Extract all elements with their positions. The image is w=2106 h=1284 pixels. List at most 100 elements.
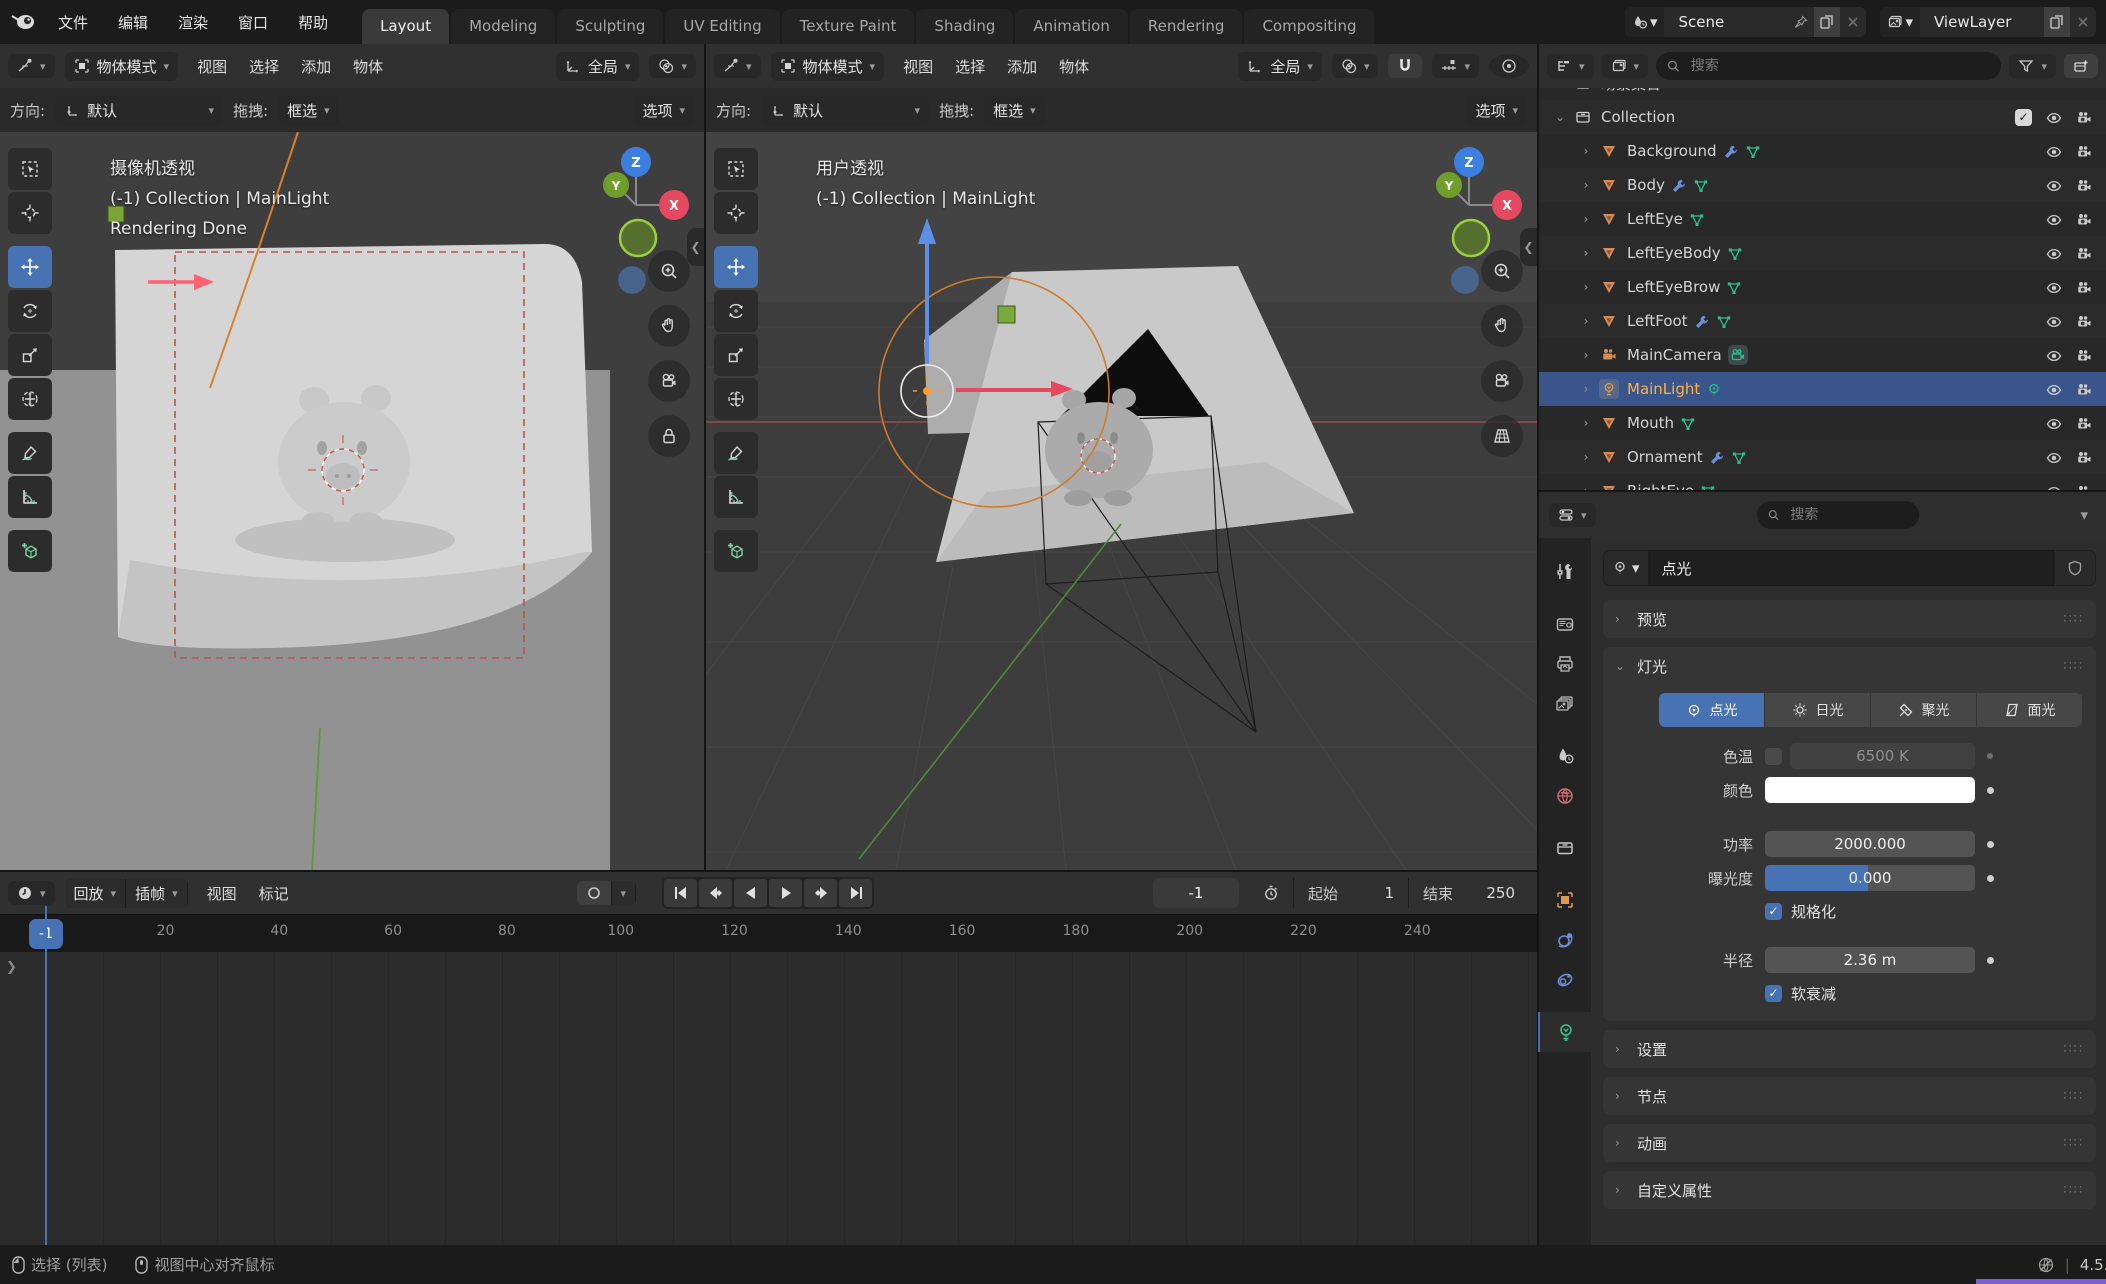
- expand-chevron-icon[interactable]: ⌄: [1553, 88, 1567, 90]
- expand-chevron-icon[interactable]: ›: [1579, 144, 1593, 158]
- tool-move-button[interactable]: [714, 246, 758, 288]
- outliner-row-background[interactable]: ›Background: [1539, 134, 2106, 168]
- viewport-camera-body[interactable]: 摄像机透视 (-1) Collection | MainLight Render…: [0, 132, 704, 870]
- timeline-track-area[interactable]: [0, 952, 1537, 1245]
- expand-chevron-icon[interactable]: ›: [1579, 178, 1593, 192]
- play-reverse-button[interactable]: [734, 879, 767, 907]
- expand-chevron-icon[interactable]: ›: [1579, 246, 1593, 260]
- drag-dropdown[interactable]: 框选▾: [278, 96, 339, 125]
- outliner-row-lefteyebrow[interactable]: ›LeftEyeBrow: [1539, 270, 2106, 304]
- tool-annotate-button[interactable]: [714, 432, 758, 474]
- properties-tab-object[interactable]: [1539, 880, 1591, 920]
- menu-object[interactable]: 物体: [344, 52, 392, 81]
- auto-keying-toggle[interactable]: [577, 881, 612, 905]
- tool-transform-button[interactable]: [714, 378, 758, 420]
- remove-viewlayer-icon[interactable]: [2070, 7, 2096, 37]
- unlink-scene-icon[interactable]: [1840, 7, 1866, 37]
- snap-settings[interactable]: ▾: [1432, 54, 1479, 78]
- workspace-tab-rendering[interactable]: Rendering: [1130, 9, 1243, 44]
- properties-tab-scene[interactable]: [1539, 736, 1591, 776]
- workspace-tab-layout[interactable]: Layout: [362, 9, 449, 44]
- disable-render-camera-icon[interactable]: [2076, 142, 2092, 160]
- menu-add[interactable]: 添加: [292, 52, 340, 81]
- viewport-camera[interactable]: ▾ 物体模式▾ 视图 选择 添加 物体 全局▾ ▾ 方向: 默认▾ 拖拽: 框选…: [0, 44, 704, 870]
- menu-select[interactable]: 选择: [946, 52, 994, 81]
- tool-box-select-button[interactable]: [714, 148, 758, 190]
- outliner-row-ornament[interactable]: ›Ornament: [1539, 440, 2106, 474]
- chevron-down-icon[interactable]: ▾: [2080, 506, 2096, 524]
- jump-to-start-button[interactable]: [664, 879, 697, 907]
- tool-rotate-button[interactable]: [714, 290, 758, 332]
- menu-view[interactable]: 视图: [198, 879, 246, 908]
- scene-name[interactable]: Scene: [1664, 13, 1788, 31]
- soft-falloff-checkbox[interactable]: ✓: [1765, 985, 1782, 1002]
- light-type-日光[interactable]: 日光: [1765, 693, 1870, 727]
- properties-tab-tool[interactable]: [1539, 552, 1591, 592]
- outliner-row-场景集合[interactable]: ⌄场景集合: [1539, 88, 2106, 100]
- expand-chevron-icon[interactable]: ›: [1579, 314, 1593, 328]
- normalize-checkbox[interactable]: ✓: [1765, 903, 1782, 920]
- tool-rotate-button[interactable]: [8, 290, 52, 332]
- properties-tab-collection[interactable]: [1539, 828, 1591, 868]
- properties-search-input[interactable]: [1788, 506, 1908, 524]
- radius-field[interactable]: 2.36 m: [1765, 947, 1975, 973]
- pan-button[interactable]: [1481, 305, 1523, 347]
- viewport-user[interactable]: ▾ 物体模式▾ 视图 选择 添加 物体 全局▾ ▾ ▾ 方向: 默认▾ 拖拽: …: [706, 44, 1537, 870]
- exposure-slider[interactable]: 0.000: [1765, 865, 1975, 891]
- expand-chevron-icon[interactable]: ›: [1579, 484, 1593, 490]
- editor-type-button[interactable]: ▾: [8, 881, 55, 905]
- scene-icon[interactable]: ▾: [1625, 7, 1665, 37]
- editor-type-button[interactable]: ▾: [714, 54, 761, 78]
- editor-type-button[interactable]: ▾: [1549, 503, 1596, 527]
- tool-annotate-button[interactable]: [8, 432, 52, 474]
- panel-animation[interactable]: ›动画∷∷: [1603, 1124, 2096, 1162]
- expand-chevron-icon[interactable]: ›: [1579, 280, 1593, 294]
- power-field[interactable]: 2000.000: [1765, 831, 1975, 857]
- transform-orientation[interactable]: 全局▾: [556, 52, 640, 81]
- workspace-tab-sculpting[interactable]: Sculpting: [557, 9, 663, 44]
- frame-start-field[interactable]: 起始1: [1294, 878, 1409, 908]
- viewlayer-icon[interactable]: ▾: [1880, 7, 1920, 37]
- hide-viewport-eye-icon[interactable]: [2046, 176, 2062, 194]
- hide-viewport-eye-icon[interactable]: [2046, 278, 2062, 296]
- menu-add[interactable]: 添加: [998, 52, 1046, 81]
- hide-viewport-eye-icon[interactable]: [2046, 380, 2062, 398]
- new-collection-button[interactable]: [2064, 54, 2098, 78]
- viewport-user-body[interactable]: 用户透视 (-1) Collection | MainLight Z Y X: [706, 132, 1537, 870]
- hide-viewport-eye-icon[interactable]: [2046, 108, 2062, 126]
- tool-cursor-button[interactable]: [714, 192, 758, 234]
- outliner-row-mainlight[interactable]: ›MainLight: [1539, 372, 2106, 406]
- outliner-row-mouth[interactable]: ›Mouth: [1539, 406, 2106, 440]
- collection-checkbox[interactable]: ✓: [2015, 109, 2032, 126]
- disable-render-camera-icon[interactable]: [2076, 312, 2092, 330]
- new-viewlayer-icon[interactable]: [2044, 7, 2070, 37]
- outliner-search[interactable]: [1656, 52, 2001, 80]
- pin-icon[interactable]: [1788, 7, 1814, 37]
- menu-render[interactable]: 渲染: [166, 7, 220, 38]
- playhead[interactable]: [45, 906, 47, 1245]
- light-type-点光[interactable]: 点光: [1659, 693, 1764, 727]
- tool-transform-button[interactable]: [8, 378, 52, 420]
- hide-viewport-eye-icon[interactable]: [2046, 346, 2062, 364]
- menu-select[interactable]: 选择: [240, 52, 288, 81]
- editor-type-button[interactable]: ▾: [1547, 54, 1594, 78]
- timeline-ruler[interactable]: 20406080100120140160180200220240-1: [0, 914, 1537, 953]
- disable-render-camera-icon[interactable]: [2076, 380, 2092, 398]
- menu-file[interactable]: 文件: [46, 7, 100, 38]
- menu-marker[interactable]: 标记: [250, 879, 298, 908]
- tool-measure-button[interactable]: [8, 476, 52, 518]
- pan-button[interactable]: [648, 305, 690, 347]
- properties-tab-render[interactable]: [1539, 604, 1591, 644]
- outliner-row-body[interactable]: ›Body: [1539, 168, 2106, 202]
- expand-chevron-icon[interactable]: ⌄: [1553, 110, 1567, 124]
- workspace-tab-uv-editing[interactable]: UV Editing: [665, 9, 779, 44]
- frame-end-field[interactable]: 结束250: [1409, 878, 1529, 908]
- camera-view-button[interactable]: [1481, 360, 1523, 402]
- current-frame-field[interactable]: -1: [1153, 878, 1239, 908]
- workspace-tab-texture-paint[interactable]: Texture Paint: [782, 9, 915, 44]
- transform-orientation[interactable]: 全局▾: [1238, 52, 1322, 81]
- options-dropdown[interactable]: 选项▾: [633, 96, 694, 125]
- lock-button[interactable]: [648, 415, 690, 457]
- tool-scale-button[interactable]: [714, 334, 758, 376]
- new-scene-icon[interactable]: [1814, 7, 1840, 37]
